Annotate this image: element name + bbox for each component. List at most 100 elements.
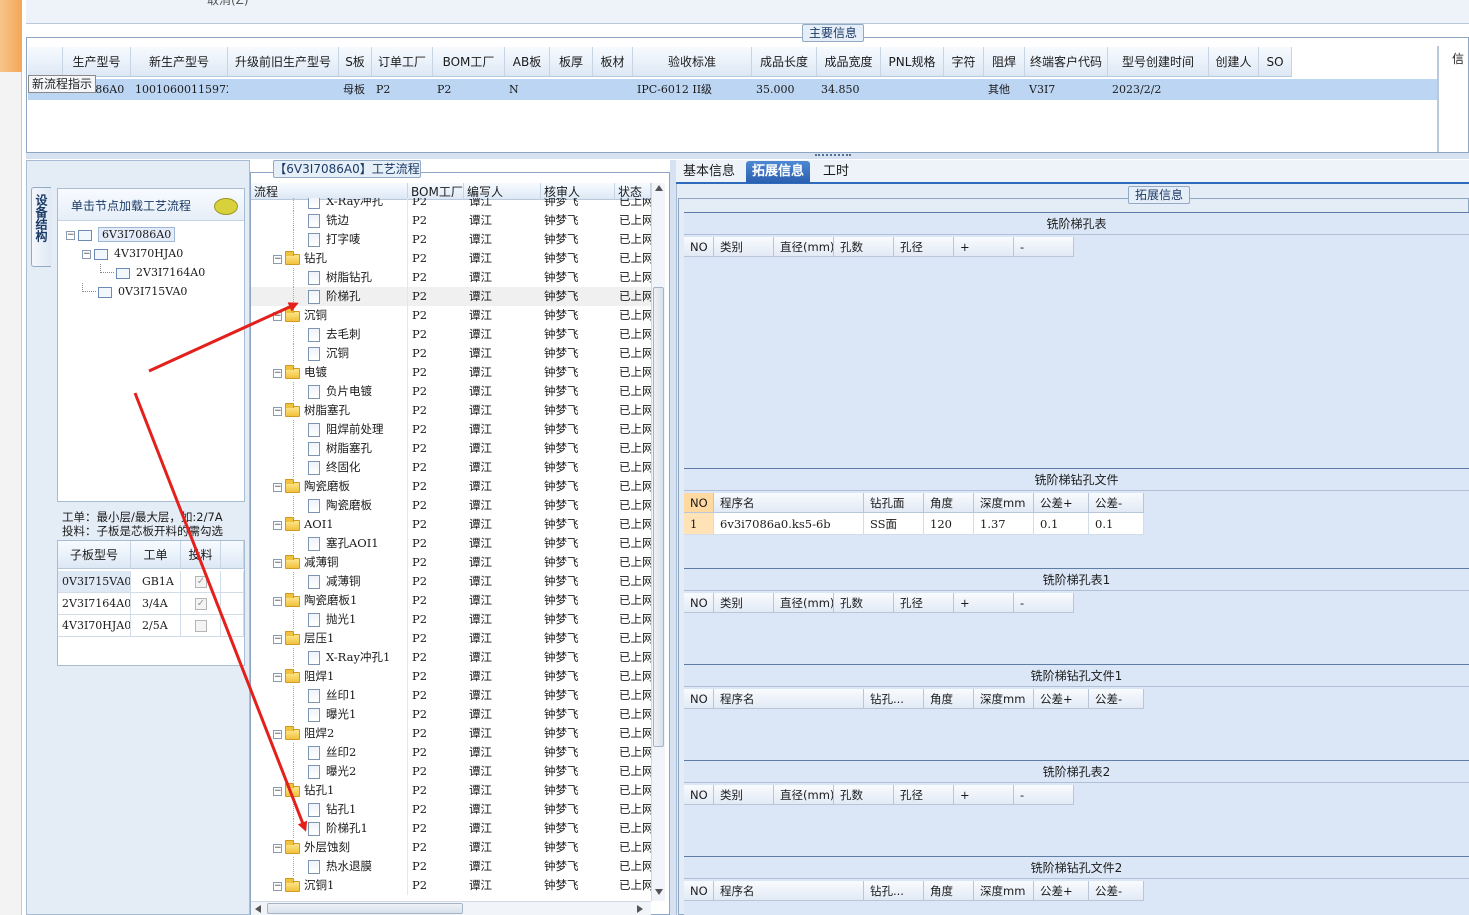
flow-row[interactable]: 去毛刺 P2 谭江 钟梦飞 已上网	[251, 325, 651, 344]
section-step-drill-file-col-header[interactable]: 深度mm	[974, 493, 1034, 513]
flow-collapse-icon[interactable]: −	[273, 482, 282, 492]
flow-step-cell[interactable]: 热水退膜	[251, 857, 408, 876]
section-step-hole-table-col-header[interactable]: 类别	[714, 237, 774, 257]
scroll-up-icon[interactable]	[655, 185, 663, 191]
flow-step-cell[interactable]: 曝光1	[251, 705, 408, 724]
flow-row[interactable]: − 电镀 P2 谭江 钟梦飞 已上网	[251, 363, 651, 382]
section-step-drill-file-2-col-header[interactable]: 公差-	[1089, 881, 1144, 901]
main-grid-cell[interactable]: 2023/2/2	[1112, 80, 1209, 99]
main-grid-col-header[interactable]: 创建人	[1209, 47, 1259, 77]
flow-step-cell[interactable]: 铣边	[251, 211, 408, 230]
flow-row[interactable]: 减薄铜 P2 谭江 钟梦飞 已上网	[251, 572, 651, 591]
flow-step-cell[interactable]: − 减薄铜	[251, 553, 408, 572]
main-grid-col-header[interactable]: 成品长度	[752, 47, 817, 77]
flow-step-cell[interactable]: − AOI1	[251, 515, 408, 534]
feed-checkbox[interactable]: ✓	[195, 598, 207, 610]
section-step-drill-file-2-col-header[interactable]: 程序名	[714, 881, 864, 901]
flow-step-cell[interactable]: X-Ray冲孔1	[251, 648, 408, 667]
flow-row[interactable]: − 钻孔1 P2 谭江 钟梦飞 已上网	[251, 781, 651, 800]
subboard-col-header[interactable]: 工单	[131, 541, 181, 569]
section-step-drill-file-cell[interactable]: 120	[924, 513, 974, 535]
section-step-hole-table-2-col-header[interactable]: 直径(mm)	[774, 785, 834, 805]
flow-row[interactable]: 热水退膜 P2 谭江 钟梦飞 已上网	[251, 857, 651, 876]
flow-step-cell[interactable]: 塞孔AOI1	[251, 534, 408, 553]
section-step-drill-file-col-header[interactable]: 公差+	[1034, 493, 1089, 513]
flow-step-cell[interactable]: − 外层蚀刻	[251, 838, 408, 857]
flow-row[interactable]: 陶瓷磨板 P2 谭江 钟梦飞 已上网	[251, 496, 651, 515]
section-step-hole-table-1-col-header[interactable]: +	[954, 593, 1014, 613]
main-grid-col-header[interactable]: 板厚	[550, 47, 593, 77]
flow-hscrollbar[interactable]	[251, 901, 651, 915]
flow-row[interactable]: − 树脂塞孔 P2 谭江 钟梦飞 已上网	[251, 401, 651, 420]
section-step-drill-file-2-col-header[interactable]: 公差+	[1034, 881, 1089, 901]
flow-step-cell[interactable]: 抛光1	[251, 610, 408, 629]
section-step-drill-file-1-col-header[interactable]: NO	[684, 689, 714, 709]
section-step-hole-table-1-col-header[interactable]: 类别	[714, 593, 774, 613]
section-step-hole-table-col-header[interactable]: 直径(mm)	[774, 237, 834, 257]
feed-checkbox[interactable]: ✓	[195, 576, 207, 588]
flow-row[interactable]: 负片电镀 P2 谭江 钟梦飞 已上网	[251, 382, 651, 401]
main-grid-col-header[interactable]: 成品宽度	[817, 47, 881, 77]
section-step-drill-file-cell[interactable]: 1.37	[974, 513, 1034, 535]
flow-step-cell[interactable]: 打字唛	[251, 230, 408, 249]
section-step-hole-table-col-header[interactable]: 孔径	[894, 237, 954, 257]
main-grid-col-header[interactable]: SO	[1259, 47, 1292, 77]
section-step-hole-table-col-header[interactable]: 孔数	[834, 237, 894, 257]
tab-extended-info[interactable]: 拓展信息	[746, 161, 811, 183]
main-grid-col-header[interactable]: S板	[339, 47, 372, 77]
flow-row[interactable]: X-Ray冲孔1 P2 谭江 钟梦飞 已上网	[251, 648, 651, 667]
section-step-hole-table-2-col-header[interactable]: +	[954, 785, 1014, 805]
flow-step-cell[interactable]: 丝印1	[251, 686, 408, 705]
device-tree-node[interactable]: 2V3I7164A0	[100, 264, 205, 282]
section-step-drill-file-col-header[interactable]: 公差-	[1089, 493, 1144, 513]
tree-collapse-icon[interactable]: −	[82, 249, 91, 259]
section-step-drill-file-2-col-header[interactable]: 角度	[924, 881, 974, 901]
section-step-drill-file-cell[interactable]: 0.1	[1034, 513, 1089, 535]
flow-step-cell[interactable]: − 沉铜	[251, 306, 408, 325]
main-grid-cell[interactable]: P2	[376, 80, 433, 99]
section-step-drill-file-cell[interactable]: SS面	[864, 513, 924, 535]
section-step-drill-file-1-col-header[interactable]: 公差-	[1089, 689, 1144, 709]
flow-step-cell[interactable]: 负片电镀	[251, 382, 408, 401]
flow-row[interactable]: 抛光1 P2 谭江 钟梦飞 已上网	[251, 610, 651, 629]
section-step-hole-table-1-col-header[interactable]: -	[1014, 593, 1074, 613]
flow-step-cell[interactable]: 沉铜	[251, 344, 408, 363]
flow-step-cell[interactable]: 曝光2	[251, 762, 408, 781]
flow-step-cell[interactable]: − 层压1	[251, 629, 408, 648]
flow-step-cell[interactable]: − 钻孔	[251, 249, 408, 268]
device-tree-node[interactable]: − 6V3I7086A0	[66, 226, 176, 244]
flow-row[interactable]: − 阻焊1 P2 谭江 钟梦飞 已上网	[251, 667, 651, 686]
main-grid-col-header[interactable]: 板材	[593, 47, 633, 77]
flow-collapse-icon[interactable]: −	[273, 311, 282, 321]
flow-row[interactable]: 丝印2 P2 谭江 钟梦飞 已上网	[251, 743, 651, 762]
flow-step-cell[interactable]: 阻焊前处理	[251, 420, 408, 439]
section-step-hole-table-2-col-header[interactable]: 类别	[714, 785, 774, 805]
flow-step-cell[interactable]: − 钻孔1	[251, 781, 408, 800]
main-grid-cell[interactable]: N	[509, 80, 550, 99]
subboard-model-cell[interactable]: 2V3I7164A0	[58, 593, 131, 615]
main-grid-col-header[interactable]: PNL规格	[881, 47, 944, 77]
subboard-order-cell[interactable]: GB1A	[131, 571, 181, 593]
section-step-hole-table-1-col-header[interactable]: 直径(mm)	[774, 593, 834, 613]
flow-step-cell[interactable]: − 陶瓷磨板1	[251, 591, 408, 610]
hscroll-right-icon[interactable]	[637, 905, 643, 913]
subboard-model-cell[interactable]: 4V3I70HJA0	[58, 615, 131, 637]
flow-step-cell[interactable]: − 电镀	[251, 363, 408, 382]
flow-row[interactable]: 树脂钻孔 P2 谭江 钟梦飞 已上网	[251, 268, 651, 287]
vertical-tab-device-structure[interactable]: 设备结构	[31, 187, 51, 267]
flow-collapse-icon[interactable]: −	[273, 368, 282, 378]
flow-step-cell[interactable]: − 阻焊1	[251, 667, 408, 686]
flow-step-cell[interactable]: 陶瓷磨板	[251, 496, 408, 515]
flow-step-cell[interactable]: 树脂塞孔	[251, 439, 408, 458]
flow-collapse-icon[interactable]: −	[273, 881, 282, 891]
section-step-hole-table-2-col-header[interactable]: 孔数	[834, 785, 894, 805]
flow-row[interactable]: 阶梯孔 P2 谭江 钟梦飞 已上网	[251, 287, 651, 306]
main-grid-cell[interactable]: 母板	[343, 80, 372, 99]
section-step-hole-table-col-header[interactable]: NO	[684, 237, 714, 257]
flow-collapse-icon[interactable]: −	[273, 672, 282, 682]
flow-row[interactable]: 丝印1 P2 谭江 钟梦飞 已上网	[251, 686, 651, 705]
flow-collapse-icon[interactable]: −	[273, 406, 282, 416]
section-step-hole-table-2-col-header[interactable]: NO	[684, 785, 714, 805]
section-step-hole-table-1-col-header[interactable]: 孔数	[834, 593, 894, 613]
flow-collapse-icon[interactable]: −	[273, 520, 282, 530]
